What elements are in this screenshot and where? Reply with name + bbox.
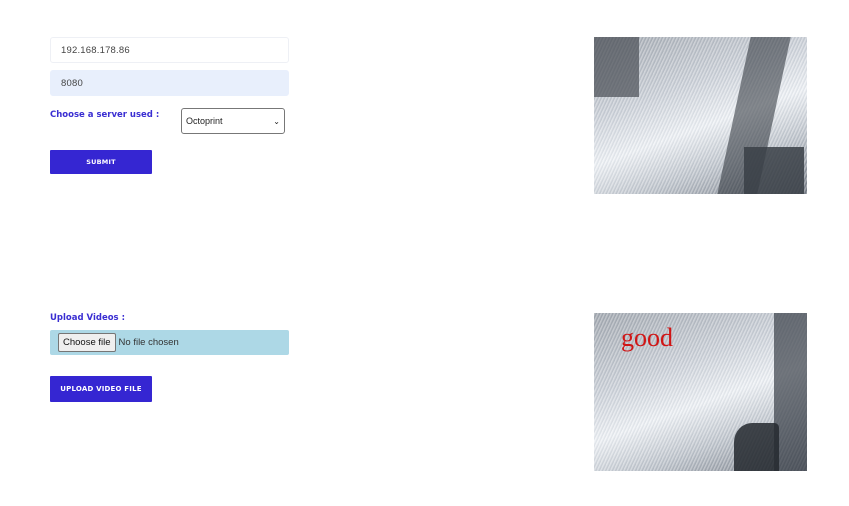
video-file-input[interactable]: Choose file No file chosen	[50, 330, 289, 355]
detection-result-label: good	[621, 323, 673, 352]
camera-feed-analyzed: good	[594, 313, 807, 471]
camera-feed-live	[594, 37, 807, 194]
ip-address-input[interactable]: 192.168.178.86	[50, 37, 289, 63]
ip-address-value: 192.168.178.86	[61, 44, 130, 56]
feed-shadow	[594, 37, 639, 97]
server-select-label: Choose a server used :	[50, 110, 160, 120]
file-status-text: No file chosen	[118, 337, 179, 348]
upload-videos-label: Upload Videos :	[50, 313, 125, 323]
port-input[interactable]: 8080	[50, 70, 289, 96]
port-value: 8080	[61, 77, 83, 89]
submit-button[interactable]: SUBMIT	[50, 150, 152, 174]
feed-shadow	[744, 147, 804, 194]
server-select-value: Octoprint	[186, 116, 223, 126]
feed-shadow	[734, 423, 779, 471]
upload-video-button[interactable]: UPLOAD VIDEO FILE	[50, 376, 152, 402]
server-select[interactable]: Octoprint ⌄	[181, 108, 285, 134]
chevron-down-icon: ⌄	[273, 116, 280, 126]
choose-file-button[interactable]: Choose file	[58, 333, 116, 352]
